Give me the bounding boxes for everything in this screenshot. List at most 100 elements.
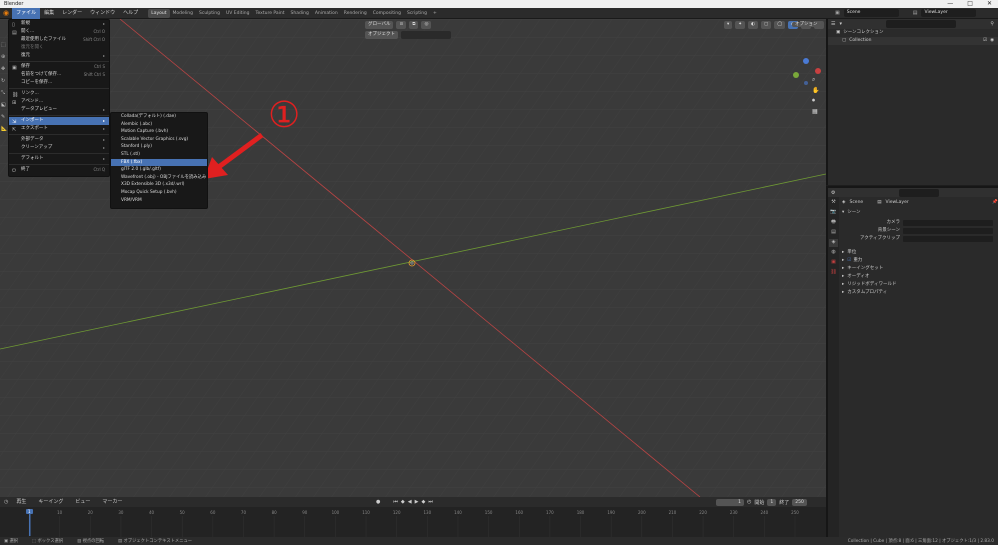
- import-item-vrm[interactable]: VRM/VRM: [111, 197, 207, 205]
- menu-item-import[interactable]: ⇲ インポート ▸: [9, 117, 109, 125]
- menu-edit[interactable]: 編集: [40, 8, 58, 19]
- camera-view-icon[interactable]: ⏺: [812, 97, 819, 105]
- menu-item-export[interactable]: ⇱ エクスポート ▸: [9, 125, 109, 133]
- maximize-button[interactable]: □: [967, 0, 973, 8]
- ortho-grid-icon[interactable]: ▦: [812, 108, 819, 115]
- tab-modeling[interactable]: Modeling: [170, 9, 196, 18]
- cursor-tool-icon[interactable]: ⊕: [1, 54, 8, 60]
- view-object-types-icon[interactable]: ▾: [724, 21, 733, 29]
- properties-editor-icon[interactable]: ⚙: [831, 190, 835, 196]
- select-tool-icon[interactable]: ⬚: [1, 42, 8, 48]
- menu-item-append[interactable]: ⊞ アペンド...: [9, 98, 109, 106]
- checkbox-icon[interactable]: ☑: [983, 37, 987, 45]
- end-frame-field[interactable]: 250: [792, 498, 807, 506]
- tab-texture-paint[interactable]: Texture Paint: [252, 9, 287, 18]
- gizmo-x-icon[interactable]: [815, 68, 821, 74]
- menu-item-quit[interactable]: ⏻ 終了 Ctrl Q: [9, 166, 109, 174]
- import-item-bvh[interactable]: Motion Capture (.bvh): [111, 128, 207, 136]
- scene-selector[interactable]: Scene: [843, 9, 899, 17]
- constraints-tab-icon[interactable]: ⛓: [829, 269, 838, 277]
- add-workspace-button[interactable]: +: [430, 9, 440, 18]
- menu-item-save-copy[interactable]: コピーを保存...: [9, 79, 109, 87]
- scene-tab-icon[interactable]: ◈: [829, 239, 838, 247]
- camera-field[interactable]: [903, 220, 993, 226]
- outliner-panel[interactable]: ☰ ▾ ⚲ ▣ シーンコレクション ▢ Collection ☑ ◉: [826, 19, 998, 185]
- pivot-icon[interactable]: ⊙: [396, 21, 407, 29]
- menu-item-open[interactable]: ▤ 開く... Ctrl O: [9, 28, 109, 36]
- menu-help[interactable]: ヘルプ: [119, 8, 142, 19]
- outliner-editor-icon[interactable]: ☰: [831, 21, 835, 27]
- world-tab-icon[interactable]: ◍: [829, 249, 838, 257]
- gizmo-neg-z-icon[interactable]: [804, 81, 808, 85]
- filter-icon[interactable]: ▾: [839, 21, 842, 27]
- tool-tab-icon[interactable]: ⚒: [829, 199, 838, 207]
- outliner-row-scene-collection[interactable]: ▣ シーンコレクション: [828, 29, 998, 37]
- outliner-row-collection[interactable]: ▢ Collection ☑ ◉: [828, 37, 998, 45]
- menu-item-link[interactable]: ⛓ リンク...: [9, 90, 109, 98]
- import-item-collada[interactable]: Collada(デフォルト) (.dae): [111, 113, 207, 121]
- import-item-mocap[interactable]: Mocap Quick Setup (.bvh): [111, 189, 207, 197]
- menu-item-defaults[interactable]: デフォルト ▸: [9, 155, 109, 163]
- tab-uv-editing[interactable]: UV Editing: [223, 9, 252, 18]
- panel-keying-sets[interactable]: ▸ キーイングセット: [842, 265, 998, 273]
- import-item-svg[interactable]: Scalable Vector Graphics (.svg): [111, 136, 207, 144]
- gizmo-y-icon[interactable]: [793, 72, 799, 78]
- record-icon[interactable]: ●: [376, 499, 380, 505]
- measure-tool-icon[interactable]: 📐: [1, 126, 8, 132]
- timeline-menu-marker[interactable]: マーカー: [98, 497, 126, 507]
- panel-custom-properties[interactable]: ▸ カスタムプロパティ: [842, 289, 998, 297]
- overlay-toggle-icon[interactable]: ◐: [748, 21, 758, 29]
- prev-keyframe-icon[interactable]: ◆: [401, 499, 405, 505]
- jump-end-icon[interactable]: ⏭: [428, 499, 433, 505]
- scale-tool-icon[interactable]: ⤡: [1, 90, 8, 96]
- tab-sculpting[interactable]: Sculpting: [196, 9, 223, 18]
- import-item-stl[interactable]: STL (.stl): [111, 151, 207, 159]
- import-item-x3d[interactable]: X3D Extensible 3D (.x3d/.wrl): [111, 181, 207, 189]
- menu-item-open-recent[interactable]: 最近使用したファイル Shift Ctrl O: [9, 36, 109, 44]
- menu-item-save-as[interactable]: 名前をつけて保存... Shift Ctrl S: [9, 71, 109, 79]
- menu-item-clean-up[interactable]: クリーンアップ ▸: [9, 144, 109, 152]
- properties-search-input[interactable]: [899, 188, 940, 197]
- move-tool-icon[interactable]: ✥: [1, 66, 8, 72]
- render-tab-icon[interactable]: 📷: [829, 209, 838, 217]
- tab-scripting[interactable]: Scripting: [404, 9, 430, 18]
- object-mode-dropdown[interactable]: オブジェクト: [365, 31, 398, 39]
- background-scene-field[interactable]: [903, 228, 993, 234]
- start-frame-field[interactable]: 1: [767, 498, 777, 506]
- next-keyframe-icon[interactable]: ◆: [421, 499, 425, 505]
- current-frame-field[interactable]: 1: [716, 498, 744, 506]
- import-item-fbx[interactable]: FBX (.fbx): [111, 158, 207, 167]
- snap-icon[interactable]: ⧉: [409, 21, 419, 29]
- panel-units[interactable]: ▸ 単位: [842, 249, 998, 257]
- minimize-button[interactable]: —: [947, 0, 953, 8]
- funnel-icon[interactable]: ⚲: [990, 21, 994, 27]
- rotate-tool-icon[interactable]: ↻: [1, 78, 8, 84]
- menu-render[interactable]: レンダー: [58, 8, 86, 19]
- tab-layout[interactable]: Layout: [148, 9, 170, 18]
- tab-compositing[interactable]: Compositing: [370, 9, 404, 18]
- camera-icon[interactable]: ◉: [990, 37, 994, 45]
- menu-item-data-previews[interactable]: データプレビュー ▸: [9, 106, 109, 114]
- menu-file[interactable]: ファイル: [12, 7, 41, 19]
- tab-animation[interactable]: Animation: [312, 9, 341, 18]
- jump-start-icon[interactable]: ⏮: [393, 499, 398, 505]
- play-reverse-icon[interactable]: ◀: [408, 499, 412, 505]
- editor-type-icon[interactable]: ◷: [4, 499, 8, 505]
- wireframe-shading-icon[interactable]: ◯: [774, 21, 786, 29]
- proportional-edit-icon[interactable]: ◎: [421, 21, 432, 29]
- menu-item-recover[interactable]: 復元 ▸: [9, 52, 109, 60]
- timeline-menu-view[interactable]: ビュー: [71, 497, 94, 507]
- section-scene[interactable]: ▾ シーン: [842, 209, 998, 217]
- tab-shading[interactable]: Shading: [288, 9, 312, 18]
- menu-item-new[interactable]: ▯ 新規 ▸: [9, 20, 109, 28]
- 3d-viewport[interactable]: ① ⌕ ✋ ⏺ ▦: [0, 19, 826, 497]
- close-button[interactable]: ✕: [987, 0, 992, 8]
- properties-panel[interactable]: ⚙ ⚒ 📷 🖶 ▤ ◈ ◍ ▣ ⛓ ◈ Scene ▤ ViewLayer 📌 …: [826, 186, 998, 537]
- import-item-gltf[interactable]: glTF 2.0 (.glb/.gltf): [111, 166, 207, 174]
- view-layer-selector[interactable]: ViewLayer: [921, 9, 977, 17]
- zoom-icon[interactable]: ⌕: [812, 76, 819, 84]
- menu-item-save[interactable]: ▣ 保存 Ctrl S: [9, 63, 109, 71]
- play-icon[interactable]: ▶: [415, 499, 419, 505]
- tab-rendering[interactable]: Rendering: [341, 9, 370, 18]
- pin-icon[interactable]: 📌: [992, 199, 998, 207]
